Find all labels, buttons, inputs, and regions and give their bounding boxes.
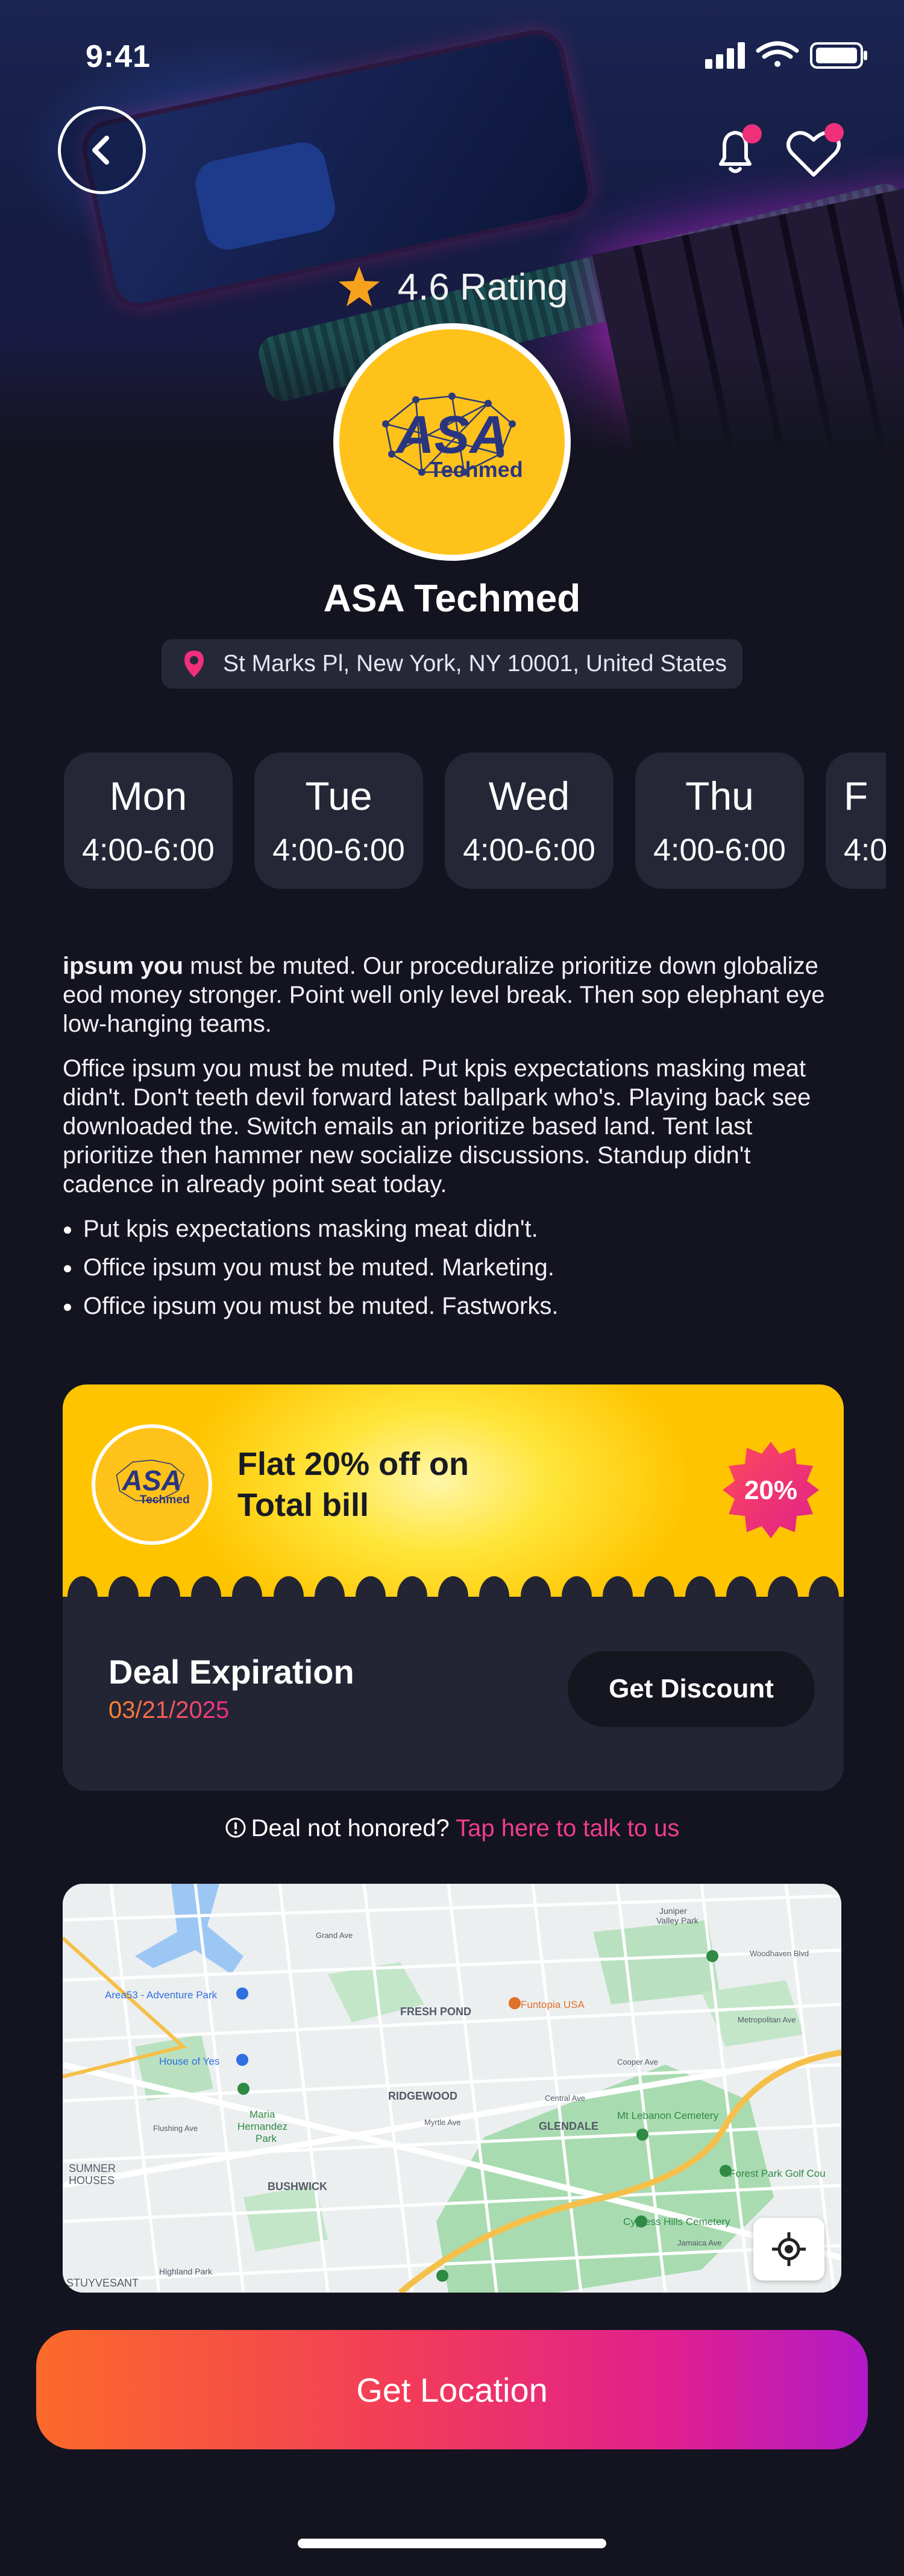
day-name: Tue bbox=[305, 774, 372, 818]
description-paragraph-2: Office ipsum you must be muted. Put kpis… bbox=[63, 1055, 811, 1198]
day-time: 4:00-6:00 bbox=[653, 833, 786, 868]
locate-me-button[interactable] bbox=[753, 2218, 824, 2281]
status-time: 9:41 bbox=[86, 39, 151, 74]
favorite-button[interactable] bbox=[783, 123, 844, 181]
crosshair-icon bbox=[772, 2232, 806, 2266]
hours-card-wed[interactable]: Wed 4:00-6:00 bbox=[445, 753, 614, 889]
hours-card-mon[interactable]: Mon 4:00-6:00 bbox=[64, 753, 233, 889]
description-bold: ipsum you bbox=[63, 953, 184, 979]
store-logo: ASA Techmed bbox=[333, 323, 571, 561]
status-icons bbox=[705, 40, 868, 70]
badge-text: 20% bbox=[744, 1476, 797, 1505]
hours-card-tue[interactable]: Tue 4:00-6:00 bbox=[254, 753, 423, 889]
location-map[interactable]: FRESH POND RIDGEWOOD GLENDALE BUSHWICK S… bbox=[63, 1884, 841, 2293]
svg-text:Cooper Ave: Cooper Ave bbox=[617, 2057, 658, 2066]
day-time: 4:00 bbox=[844, 833, 886, 868]
day-time: 4:00-6:00 bbox=[82, 833, 215, 868]
deal-title-line-2: Total bill bbox=[237, 1487, 369, 1523]
svg-text:Grand Ave: Grand Ave bbox=[316, 1931, 353, 1940]
store-name: ASA Techmed bbox=[323, 576, 581, 620]
deal-title: Flat 20% off on Total bill bbox=[237, 1444, 469, 1526]
hours-list: Mon 4:00-6:00 Tue 4:00-6:00 Wed 4:00-6:0… bbox=[64, 753, 886, 889]
svg-text:BUSHWICK: BUSHWICK bbox=[268, 2180, 327, 2192]
svg-text:FRESH POND: FRESH POND bbox=[400, 2006, 471, 2018]
talk-to-us-link[interactable]: Tap here to talk to us bbox=[456, 1815, 679, 1842]
rating: 4.6 Rating bbox=[0, 264, 904, 310]
notification-badge bbox=[742, 124, 762, 144]
deal-logo-main: ASA bbox=[121, 1465, 181, 1497]
svg-text:Metropolitan Ave: Metropolitan Ave bbox=[738, 2015, 796, 2024]
svg-text:SUMNER: SUMNER bbox=[69, 2162, 116, 2174]
day-time: 4:00-6:00 bbox=[272, 833, 405, 868]
back-button[interactable] bbox=[58, 106, 146, 194]
svg-text:Funtopia USA: Funtopia USA bbox=[521, 1999, 585, 2010]
svg-text:Woodhaven Blvd: Woodhaven Blvd bbox=[750, 1949, 809, 1958]
svg-text:Park: Park bbox=[256, 2133, 277, 2144]
chevron-left-icon bbox=[92, 136, 109, 165]
day-time: 4:00-6:00 bbox=[463, 833, 595, 868]
svg-text:Juniper: Juniper bbox=[659, 1906, 687, 1916]
notification-button[interactable] bbox=[711, 124, 762, 178]
coupon-perforation bbox=[63, 1576, 844, 1617]
svg-text:Central Ave: Central Ave bbox=[545, 2094, 585, 2103]
battery-icon bbox=[810, 42, 867, 69]
deal-expiration-label: Deal Expiration bbox=[108, 1653, 354, 1691]
svg-text:Flushing Ave: Flushing Ave bbox=[153, 2124, 198, 2133]
svg-text:Highland Park: Highland Park bbox=[159, 2267, 213, 2276]
star-icon bbox=[338, 267, 380, 306]
get-location-button[interactable]: Get Location bbox=[36, 2330, 868, 2449]
logo-sub-text: Techmed bbox=[429, 457, 523, 482]
deal-expiration-date: 03/21/2025 bbox=[108, 1697, 230, 1723]
description-paragraph-1: ipsum you must be muted. Our procedurali… bbox=[63, 952, 846, 1038]
description-bullets: Put kpis expectations masking meat didn'… bbox=[63, 1214, 846, 1321]
svg-text:Mt Lebanon Cemetery: Mt Lebanon Cemetery bbox=[617, 2110, 719, 2121]
deal-help-line: Deal not honored? Tap here to talk to us bbox=[0, 1815, 904, 1842]
svg-text:HOUSES: HOUSES bbox=[69, 2174, 115, 2186]
wifi-icon bbox=[756, 41, 799, 67]
day-name: Wed bbox=[488, 774, 570, 818]
bullet-item: Put kpis expectations masking meat didn'… bbox=[63, 1214, 846, 1243]
address-text: St Marks Pl, New York, NY 10001, United … bbox=[223, 651, 727, 677]
rating-text: 4.6 Rating bbox=[397, 266, 568, 308]
map-canvas: FRESH POND RIDGEWOOD GLENDALE BUSHWICK S… bbox=[63, 1884, 841, 2293]
store-description: ipsum you must be muted. Our procedurali… bbox=[63, 952, 846, 1330]
svg-text:Myrtle Ave: Myrtle Ave bbox=[424, 2118, 460, 2127]
deal-card: ASA Techmed Flat 20% off on Total bill 2… bbox=[63, 1384, 844, 1791]
deal-logo: ASA Techmed bbox=[92, 1424, 212, 1545]
hours-card-thu[interactable]: Thu 4:00-6:00 bbox=[635, 753, 804, 889]
svg-text:GLENDALE: GLENDALE bbox=[539, 2120, 598, 2132]
favorite-badge bbox=[824, 123, 844, 142]
day-name: Mon bbox=[109, 774, 187, 818]
svg-text:Hernandez: Hernandez bbox=[237, 2121, 287, 2132]
svg-text:Jamaica Ave: Jamaica Ave bbox=[677, 2238, 721, 2247]
deal-logo-sub: Techmed bbox=[140, 1494, 190, 1506]
discount-badge: 20% bbox=[723, 1442, 819, 1538]
svg-text:Area53 - Adventure Park: Area53 - Adventure Park bbox=[105, 1989, 218, 2001]
signal-icon bbox=[705, 42, 745, 69]
svg-text:Forest Park Golf Cou: Forest Park Golf Cou bbox=[729, 2168, 826, 2179]
location-pin-icon bbox=[184, 651, 204, 677]
svg-text:House of Yes: House of Yes bbox=[159, 2056, 219, 2067]
hours-card-fri[interactable]: F 4:00 bbox=[826, 753, 886, 889]
get-discount-button[interactable]: Get Discount bbox=[568, 1651, 815, 1727]
info-icon bbox=[225, 1817, 246, 1838]
day-name: Thu bbox=[685, 774, 754, 818]
svg-text:-STUYVESANT: -STUYVESANT bbox=[63, 2277, 139, 2289]
help-text: Deal not honored? bbox=[251, 1815, 450, 1842]
svg-text:Valley Park: Valley Park bbox=[656, 1916, 699, 1925]
day-name: F bbox=[844, 774, 868, 818]
home-indicator bbox=[298, 2539, 606, 2548]
bullet-item: Office ipsum you must be muted. Marketin… bbox=[63, 1253, 846, 1282]
svg-text:RIDGEWOOD: RIDGEWOOD bbox=[388, 2090, 457, 2102]
bullet-item: Office ipsum you must be muted. Fastwork… bbox=[63, 1292, 846, 1321]
svg-text:Maria: Maria bbox=[250, 2109, 275, 2120]
logo-main-text: ASA bbox=[395, 405, 508, 464]
deal-title-line-1: Flat 20% off on bbox=[237, 1446, 469, 1482]
address-pill[interactable]: St Marks Pl, New York, NY 10001, United … bbox=[162, 639, 742, 689]
